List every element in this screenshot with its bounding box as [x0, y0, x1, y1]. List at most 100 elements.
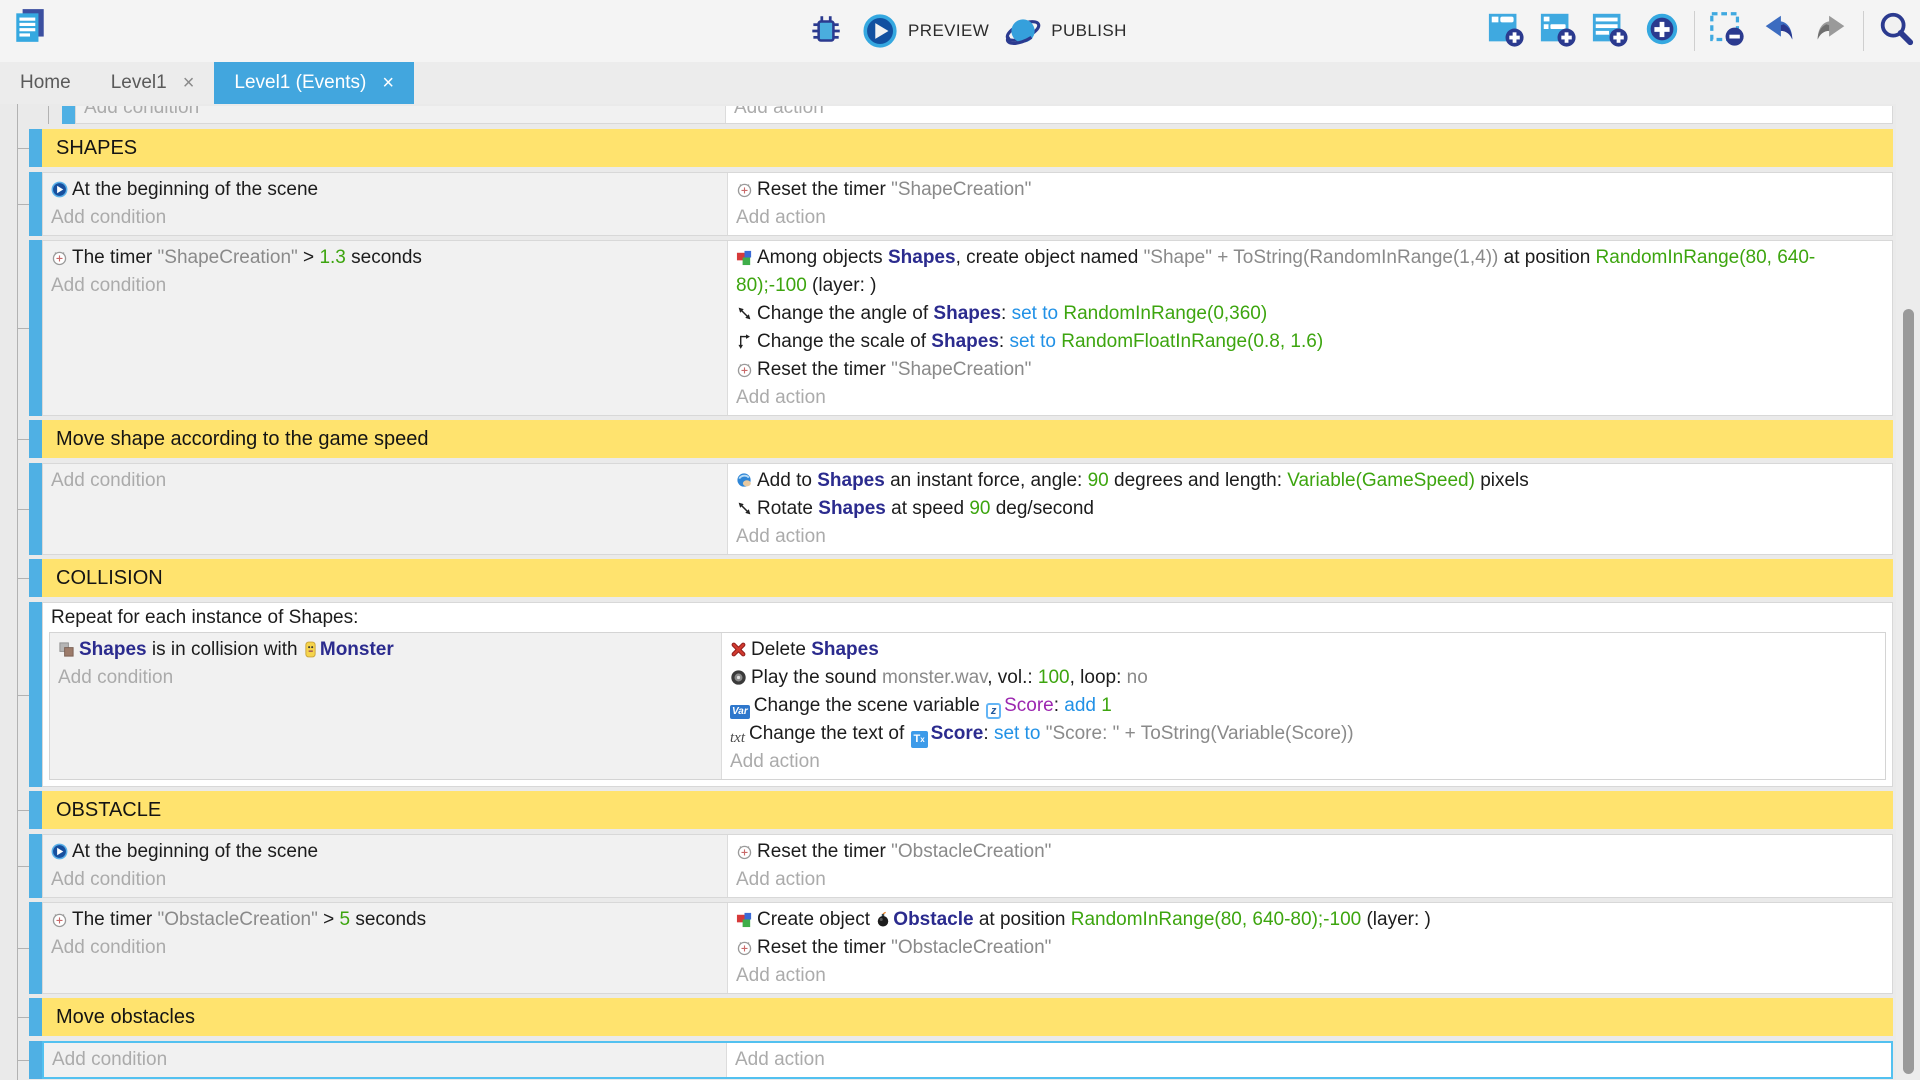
event-selection-bar[interactable]: [29, 129, 42, 167]
event-selection-bar[interactable]: [29, 902, 42, 994]
event-selection-bar[interactable]: [29, 602, 42, 787]
var-icon: Var: [730, 705, 750, 719]
add-condition-link[interactable]: Add condition: [50, 664, 721, 692]
condition-line[interactable]: At the beginning of the scene: [43, 838, 727, 866]
event-selection-bar[interactable]: [29, 834, 42, 898]
remove-selection-button[interactable]: [1707, 11, 1747, 51]
add-action-link[interactable]: Add action: [727, 1046, 1891, 1074]
action-line[interactable]: txtChange the text of TxScore: set to "S…: [722, 720, 1885, 748]
action-line[interactable]: VarChange the scene variable zScore: add…: [722, 692, 1885, 720]
add-comment-button[interactable]: [1590, 11, 1630, 51]
action-line[interactable]: Rotate Shapes at speed 90 deg/second: [728, 495, 1892, 523]
repeat-label[interactable]: Repeat for each instance of Shapes:: [43, 603, 1892, 632]
add-action-link[interactable]: Add action: [728, 204, 1892, 232]
action-line[interactable]: Change the scale of Shapes: set to Rando…: [728, 328, 1892, 356]
add-action-link[interactable]: Add action: [728, 962, 1892, 990]
add-condition-link[interactable]: Add condition: [43, 204, 727, 232]
timer-icon: [51, 911, 68, 928]
tab-level1[interactable]: Level1 ×: [91, 62, 215, 104]
debug-button[interactable]: [806, 11, 846, 51]
event-group-header[interactable]: OBSTACLE: [42, 791, 1893, 829]
action-line[interactable]: Reset the timer "ObstacleCreation": [728, 838, 1892, 866]
event-selection-bar[interactable]: [29, 1041, 42, 1079]
timer-icon: [736, 181, 753, 198]
toolbar-button-label: PREVIEW: [908, 21, 989, 41]
event-selection-bar[interactable]: [29, 420, 42, 458]
search-button[interactable]: [1876, 11, 1916, 51]
action-line[interactable]: Delete Shapes: [722, 636, 1885, 664]
add-circle-button[interactable]: [1642, 11, 1682, 51]
condition-line[interactable]: The timer "ObstacleCreation" > 5 seconds: [43, 906, 727, 934]
add-action-link[interactable]: Add action: [728, 384, 1892, 412]
event: Add condition Add action: [0, 1041, 1893, 1079]
close-icon[interactable]: ×: [382, 73, 394, 93]
tree-rail: [0, 129, 29, 167]
event-group-header[interactable]: SHAPES: [42, 129, 1893, 167]
tab-label: Level1: [111, 72, 167, 94]
publish-button[interactable]: PUBLISH: [1003, 11, 1127, 51]
tab-level1-events-[interactable]: Level1 (Events)×: [214, 62, 414, 104]
tree-rail: [0, 240, 29, 416]
condition-line[interactable]: Shapes is in collision with Monster: [50, 636, 721, 664]
action-line[interactable]: Reset the timer "ShapeCreation": [728, 356, 1892, 384]
action-line[interactable]: Reset the timer "ObstacleCreation": [728, 934, 1892, 962]
gdevelop-window: PREVIEWPUBLISH HomeLevel1×Level1 (Events…: [0, 0, 1920, 1080]
add-condition-link[interactable]: Add condition: [43, 467, 727, 495]
action-line[interactable]: Reset the timer "ShapeCreation": [728, 176, 1892, 204]
condition-line[interactable]: The timer "ShapeCreation" > 1.3 seconds: [43, 244, 727, 272]
placeholder-text: Add condition: [51, 937, 166, 958]
action-line[interactable]: Play the sound monster.wav, vol.: 100, l…: [722, 664, 1885, 692]
sound-icon: [730, 669, 747, 686]
scale-icon: [736, 333, 753, 350]
placeholder-text: Add condition: [58, 667, 173, 688]
add-condition-link[interactable]: Add condition: [43, 934, 727, 962]
event-group-header[interactable]: Move obstacles: [42, 998, 1893, 1036]
tree-rail: [0, 1041, 29, 1079]
add-action-link[interactable]: Add action: [728, 866, 1892, 894]
actions-column: Add to Shapes an instant force, angle: 9…: [728, 464, 1892, 554]
placeholder-text: Add condition: [51, 869, 166, 890]
vertical-scrollbar[interactable]: [1896, 104, 1920, 1080]
scrollbar-thumb[interactable]: [1903, 309, 1914, 1074]
event: At the beginning of the scene Add conditi…: [0, 834, 1893, 898]
event-selection-bar[interactable]: [62, 106, 75, 124]
placeholder-text: Add condition: [84, 106, 199, 118]
add-condition-link[interactable]: Add condition: [43, 866, 727, 894]
play-circle-icon: [51, 843, 68, 860]
placeholder-text: Add condition: [52, 1049, 167, 1070]
event-selection-bar[interactable]: [29, 559, 42, 597]
delete-icon: [730, 641, 747, 658]
event-selection-bar[interactable]: [29, 463, 42, 555]
undo-button[interactable]: [1759, 11, 1799, 51]
action-line[interactable]: Among objects Shapes, create object name…: [728, 244, 1892, 300]
add-subevent-button[interactable]: [1538, 11, 1578, 51]
event-row: The timer "ShapeCreation" > 1.3 secondsA…: [42, 240, 1893, 416]
event-group-header[interactable]: COLLISION: [42, 559, 1893, 597]
actions-column: Among objects Shapes, create object name…: [728, 241, 1892, 415]
add-condition-link[interactable]: Add condition: [44, 1046, 726, 1074]
project-manager-button[interactable]: [10, 6, 50, 46]
add-action-link[interactable]: Add action: [722, 748, 1885, 776]
event-selection-bar[interactable]: [29, 791, 42, 829]
condition-line[interactable]: At the beginning of the scene: [43, 176, 727, 204]
action-line[interactable]: Change the angle of Shapes: set to Rando…: [728, 300, 1892, 328]
add-action-link[interactable]: Add action: [728, 523, 1892, 551]
action-line[interactable]: Add to Shapes an instant force, angle: 9…: [728, 467, 1892, 495]
action-line[interactable]: Create object Obstacle at position Rando…: [728, 906, 1892, 934]
add-condition-link[interactable]: Add condition: [76, 106, 725, 122]
add-condition-link[interactable]: Add condition: [43, 272, 727, 300]
placeholder-text: Add action: [736, 526, 826, 547]
preview-button[interactable]: PREVIEW: [860, 11, 989, 51]
event-selection-bar[interactable]: [29, 998, 42, 1036]
close-icon[interactable]: ×: [183, 73, 195, 93]
event-selection-bar[interactable]: [29, 240, 42, 416]
add-action-link[interactable]: Add action: [726, 106, 1892, 122]
group-title: COLLISION: [56, 567, 163, 589]
redo-button[interactable]: [1811, 11, 1851, 51]
add-event-button[interactable]: [1486, 11, 1526, 51]
event-selection-bar[interactable]: [29, 172, 42, 236]
toolbar-button-label: PUBLISH: [1051, 21, 1127, 41]
event-group-header[interactable]: Move shape according to the game speed: [42, 420, 1893, 458]
tree-rail: [0, 902, 29, 994]
tab-home[interactable]: Home: [0, 62, 91, 104]
